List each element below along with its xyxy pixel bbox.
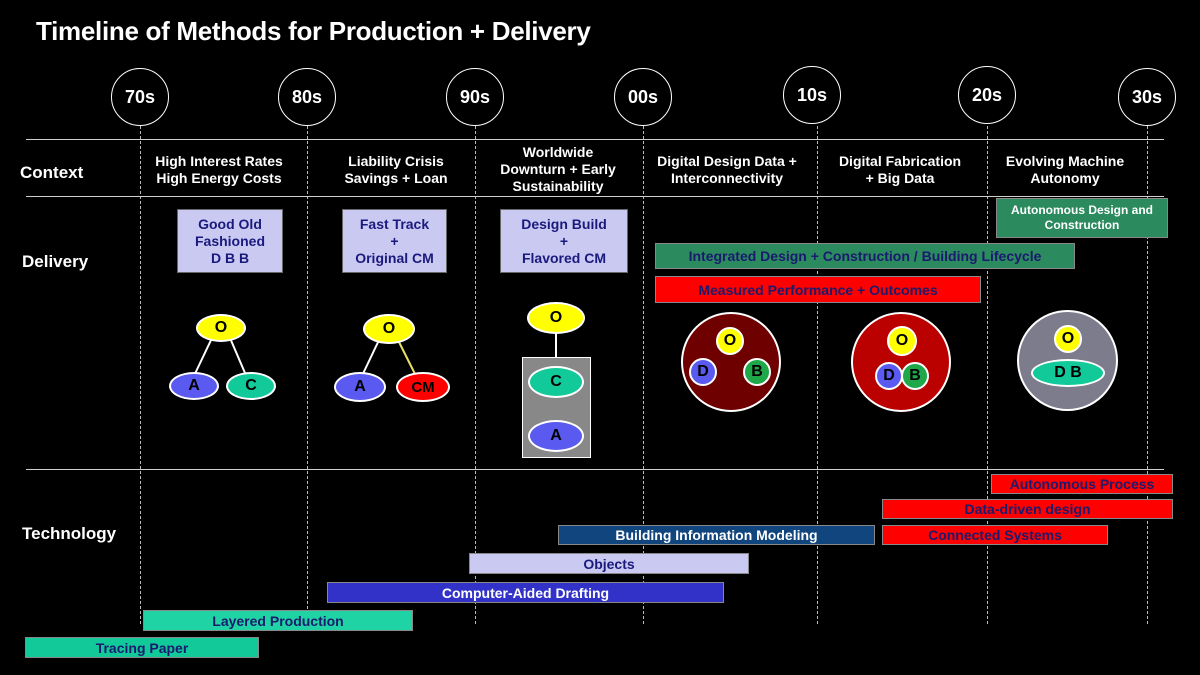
bar-objects: Objects xyxy=(469,553,749,574)
node-designer: D xyxy=(689,358,717,386)
node-builder: B xyxy=(901,362,929,390)
node-owner: O xyxy=(196,314,246,342)
node-architect: A xyxy=(528,420,584,452)
node-contractor: C xyxy=(528,366,584,398)
bar-computer-aided-drafting: Computer-Aided Drafting xyxy=(327,582,724,603)
node-contractor: C xyxy=(226,372,276,400)
bar-connected-systems: Connected Systems xyxy=(882,525,1108,545)
bar-autonomous-process: Autonomous Process xyxy=(991,474,1173,494)
node-owner: O xyxy=(527,302,585,334)
node-builder: B xyxy=(743,358,771,386)
node-owner: O xyxy=(887,326,917,356)
bar-tracing-paper: Tracing Paper xyxy=(25,637,259,658)
node-owner: O xyxy=(363,314,415,344)
node-architect: A xyxy=(169,372,219,400)
bar-layered-production: Layered Production xyxy=(143,610,413,631)
node-design-builder: D B xyxy=(1031,359,1105,387)
node-architect: A xyxy=(334,372,386,402)
node-owner: O xyxy=(716,327,744,355)
node-designer: D xyxy=(875,362,903,390)
node-cm: CM xyxy=(396,372,450,402)
node-owner: O xyxy=(1054,325,1082,353)
bar-building-information-modeling: Building Information Modeling xyxy=(558,525,875,545)
bar-data-driven-design: Data-driven design xyxy=(882,499,1173,519)
